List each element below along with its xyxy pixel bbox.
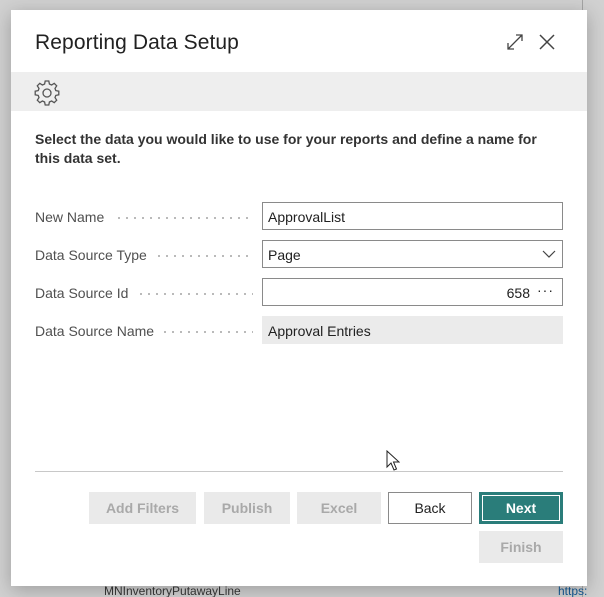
data-source-id-value: 658 <box>506 285 530 301</box>
new-name-input[interactable]: ApprovalList <box>262 202 563 230</box>
publish-button[interactable]: Publish <box>204 492 290 524</box>
close-icon <box>539 34 555 50</box>
mouse-cursor-icon <box>386 450 400 471</box>
dialog-title: Reporting Data Setup <box>35 31 239 54</box>
leader-dots <box>155 255 253 257</box>
add-filters-button[interactable]: Add Filters <box>89 492 196 524</box>
next-button[interactable]: Next <box>479 492 563 524</box>
field-new-name: New Name ApprovalList <box>35 202 563 232</box>
instructions-text: Select the data you would like to use fo… <box>35 131 537 166</box>
gear-icon[interactable] <box>34 80 60 106</box>
leader-dots <box>115 217 253 219</box>
new-name-value: ApprovalList <box>268 209 346 225</box>
finish-button[interactable]: Finish <box>479 531 563 563</box>
chevron-down-icon <box>542 250 556 258</box>
leader-dots <box>137 293 253 295</box>
reporting-data-setup-dialog: Reporting Data Setup Select the data you… <box>11 10 587 586</box>
field-label: Data Source Id <box>35 285 129 301</box>
field-data-source-id: Data Source Id 658 ··· <box>35 278 563 308</box>
lookup-ellipsis-button[interactable]: ··· <box>537 282 554 298</box>
close-button[interactable] <box>535 30 559 54</box>
expand-button[interactable] <box>503 30 527 54</box>
back-button[interactable]: Back <box>388 492 472 524</box>
field-data-source-name: Data Source Name Approval Entries <box>35 316 563 346</box>
expand-icon <box>507 34 523 50</box>
data-source-name-field: Approval Entries <box>262 316 563 344</box>
excel-button[interactable]: Excel <box>297 492 381 524</box>
field-label: Data Source Type <box>35 247 147 263</box>
field-label: Data Source Name <box>35 323 155 339</box>
data-source-type-select[interactable]: Page <box>262 240 563 268</box>
field-label: New Name <box>35 209 105 225</box>
leader-dots <box>161 331 253 333</box>
data-source-id-input[interactable]: 658 ··· <box>262 278 563 306</box>
divider <box>35 471 563 472</box>
data-source-type-value: Page <box>268 247 301 263</box>
data-source-name-value: Approval Entries <box>268 323 371 339</box>
field-data-source-type: Data Source Type Page <box>35 240 563 270</box>
action-bar <box>11 72 587 111</box>
